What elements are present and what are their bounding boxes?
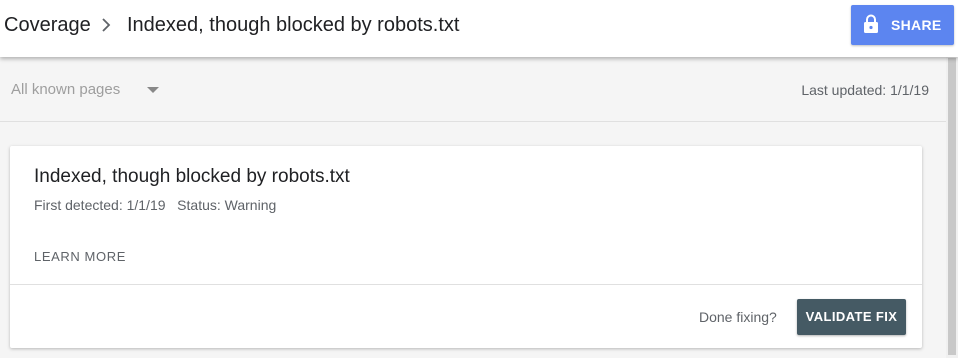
share-button[interactable]: SHARE [851, 5, 954, 45]
issue-meta: First detected: 1/1/19 Status: Warning [34, 197, 277, 213]
breadcrumb-coverage-link[interactable]: Coverage [4, 13, 91, 37]
lock-icon [864, 14, 878, 33]
filter-bar: All known pages Last updated: 1/1/19 [0, 57, 946, 122]
dropdown-arrow-icon [147, 87, 159, 93]
scrollbar-thumb[interactable] [948, 58, 956, 355]
pages-filter-value: All known pages [11, 81, 121, 98]
top-header: Coverage Indexed, though blocked by robo… [0, 0, 958, 57]
done-fixing-prompt: Done fixing? [699, 309, 777, 325]
issue-card: Indexed, though blocked by robots.txt Fi… [10, 146, 922, 348]
last-updated-text: Last updated: 1/1/19 [801, 82, 929, 98]
learn-more-link[interactable]: LEARN MORE [34, 249, 126, 265]
share-button-label: SHARE [891, 17, 942, 33]
validate-fix-button[interactable]: VALIDATE FIX [797, 299, 906, 335]
chevron-right-icon [102, 18, 111, 32]
vertical-scrollbar[interactable] [946, 57, 958, 358]
page-title: Indexed, though blocked by robots.txt [127, 14, 460, 36]
pages-filter-dropdown[interactable]: All known pages [11, 80, 171, 100]
issue-title: Indexed, though blocked by robots.txt [34, 166, 350, 187]
card-divider [10, 284, 922, 285]
